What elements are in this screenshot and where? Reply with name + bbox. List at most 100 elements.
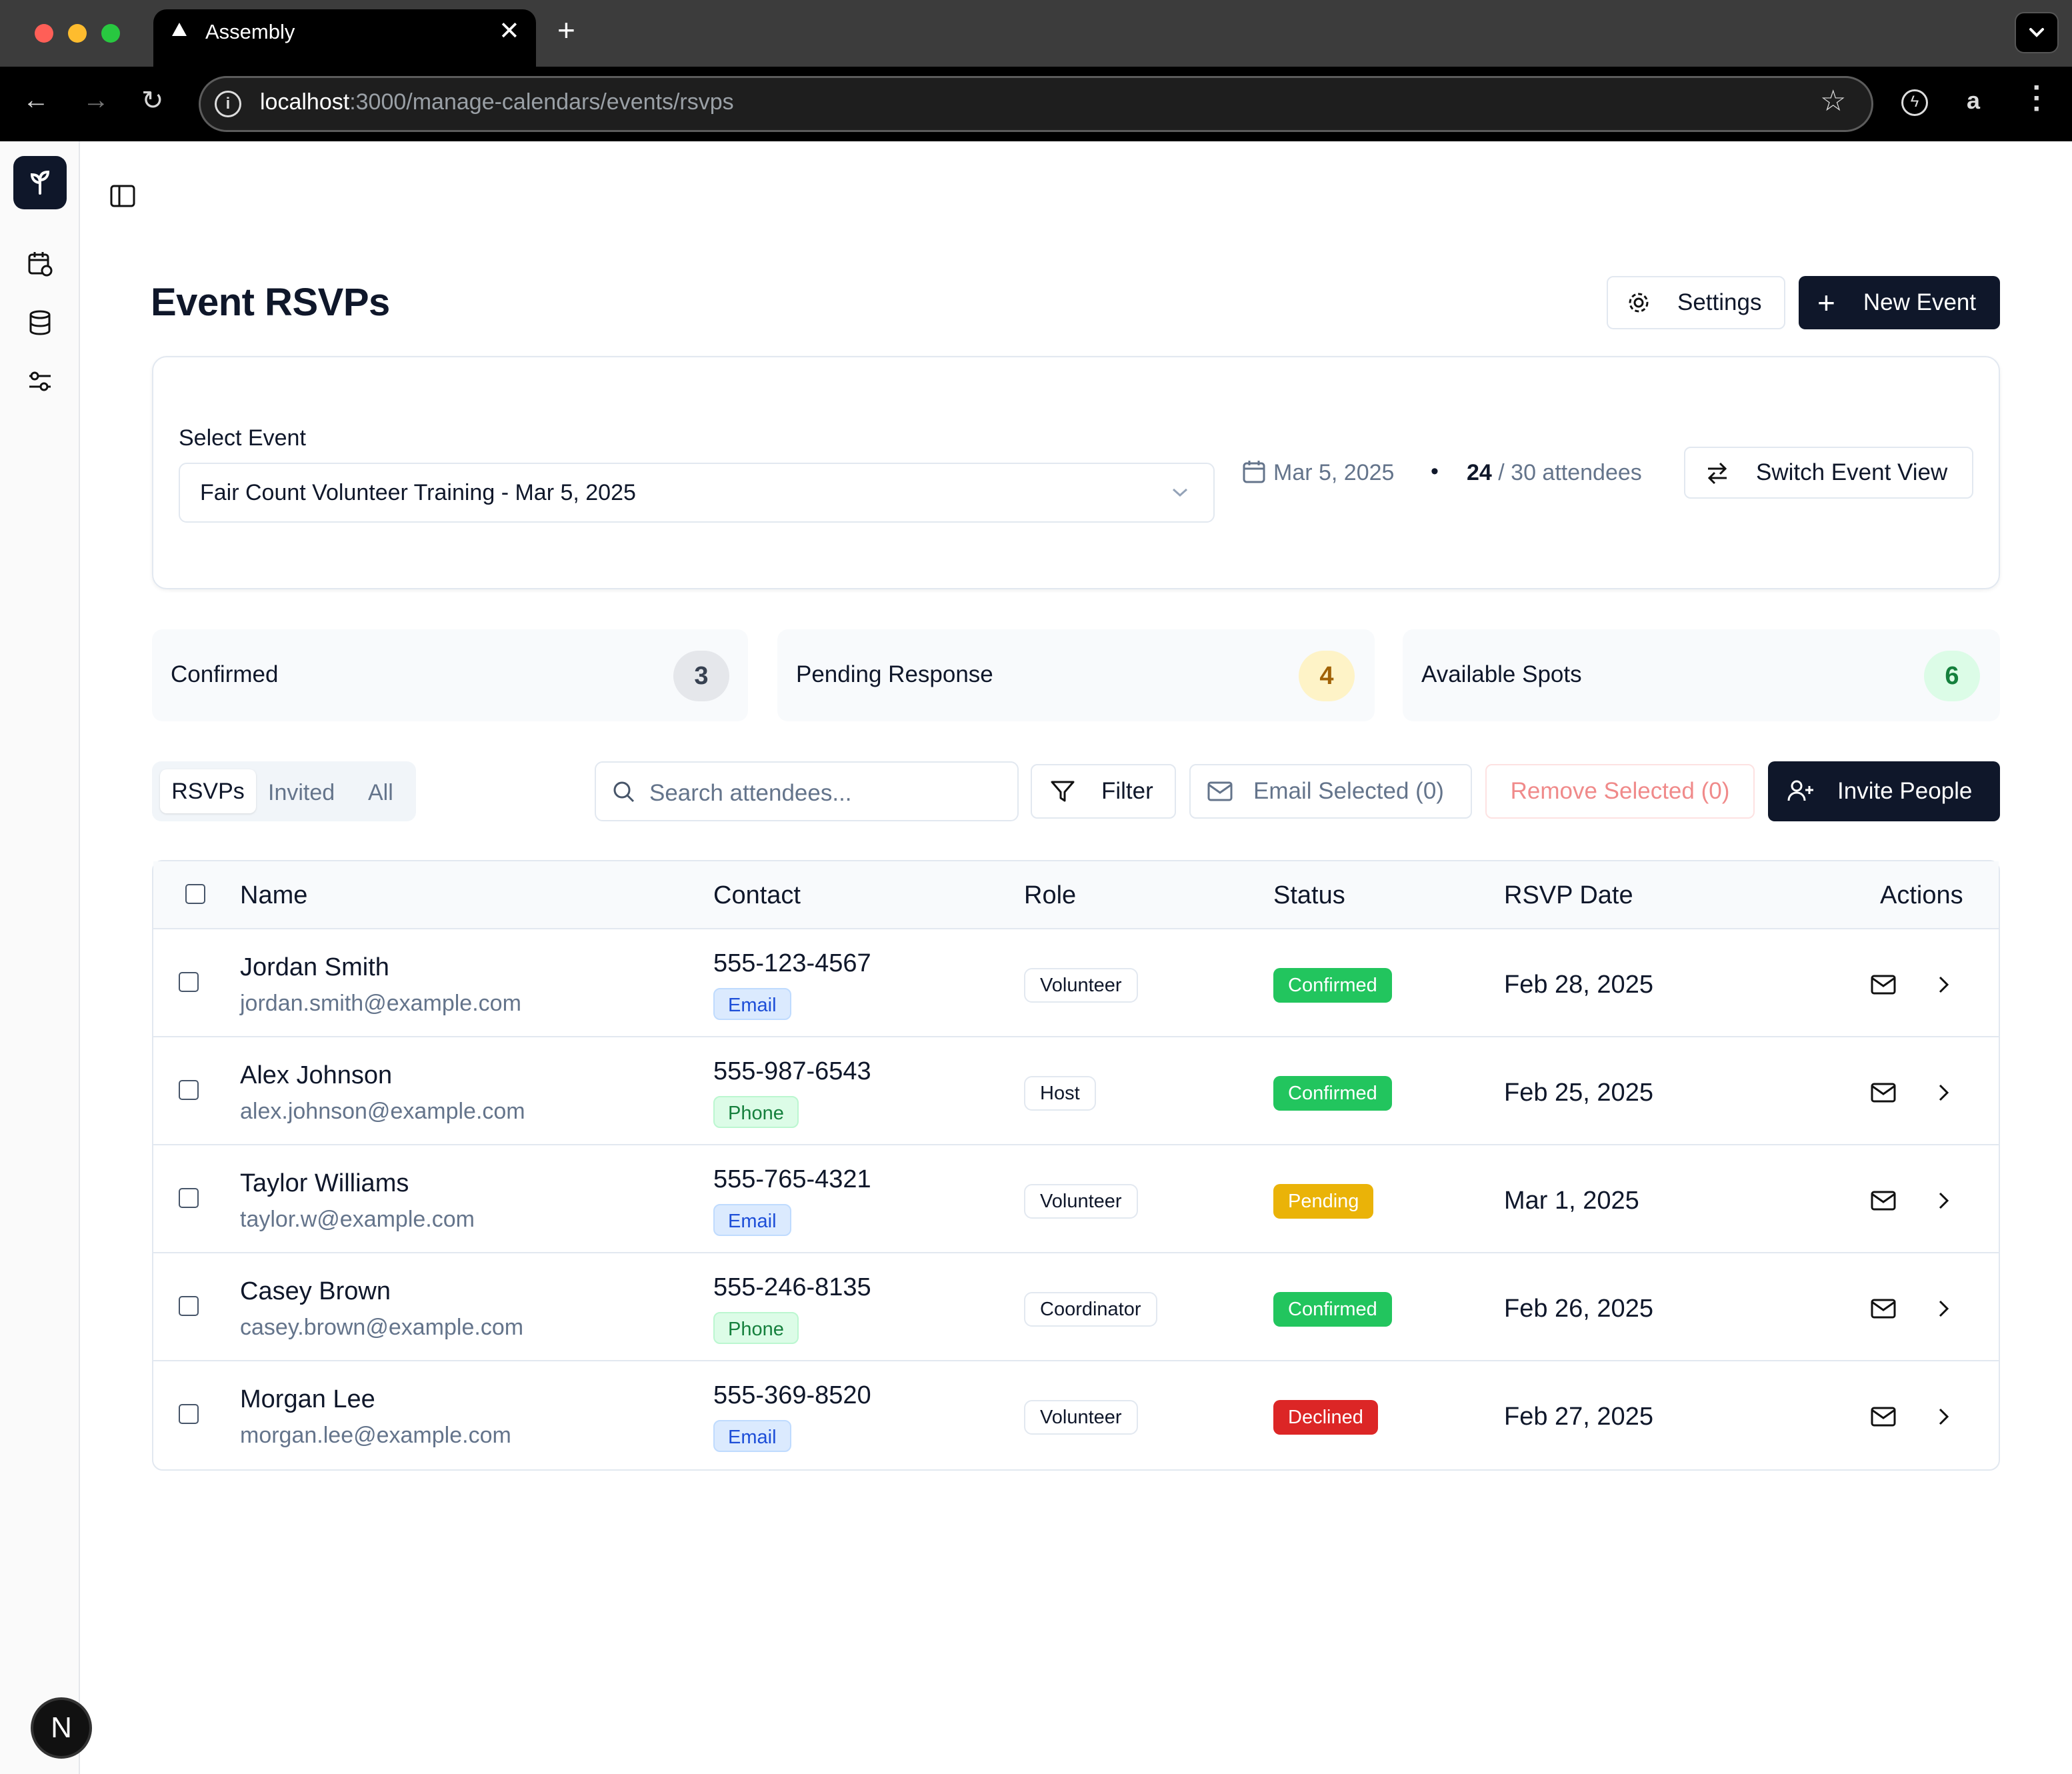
chevron-right-icon[interactable] <box>1929 1079 1957 1107</box>
tab-invited[interactable]: Invited <box>268 780 335 806</box>
attendee-name[interactable]: Casey Brown <box>240 1277 391 1306</box>
database-icon[interactable] <box>25 308 55 337</box>
tab-all[interactable]: All <box>368 780 393 806</box>
new-event-button[interactable]: + New Event <box>1799 276 2000 329</box>
attendee-name[interactable]: Jordan Smith <box>240 953 389 982</box>
forward-icon[interactable]: → <box>83 85 109 115</box>
rsvp-date: Feb 25, 2025 <box>1504 1079 1653 1107</box>
gear-icon <box>1629 293 1649 313</box>
row-checkbox[interactable] <box>179 972 199 992</box>
contact-pref-badge: Email <box>713 1204 791 1236</box>
stat-badge: 3 <box>673 651 729 701</box>
role-badge: Host <box>1024 1076 1096 1111</box>
sliders-icon[interactable] <box>25 367 55 396</box>
reload-icon[interactable]: ↻ <box>141 85 164 116</box>
plus-icon: + <box>1817 285 1835 320</box>
row-checkbox[interactable] <box>179 1296 199 1316</box>
tab-close-icon[interactable]: ✕ <box>499 16 520 46</box>
attendee-phone: 555-765-4321 <box>713 1165 871 1193</box>
rsvp-date: Mar 1, 2025 <box>1504 1187 1639 1215</box>
attendee-name[interactable]: Alex Johnson <box>240 1061 392 1090</box>
email-selected-label: Email Selected (0) <box>1253 778 1444 804</box>
selected-event-value: Fair Count Volunteer Training - Mar 5, 2… <box>200 480 636 505</box>
settings-label: Settings <box>1677 289 1762 315</box>
search-placeholder: Search attendees... <box>649 780 852 806</box>
status-badge: Confirmed <box>1273 1076 1392 1111</box>
tab-search-button[interactable] <box>2015 12 2059 53</box>
mail-icon[interactable] <box>1869 1079 1897 1107</box>
search-icon <box>613 781 635 803</box>
stat-label: Pending Response <box>796 661 993 687</box>
column-header-status[interactable]: Status <box>1273 881 1345 910</box>
status-badge: Declined <box>1273 1400 1378 1435</box>
back-icon[interactable]: ← <box>23 85 49 115</box>
attendee-phone: 555-987-6543 <box>713 1057 871 1085</box>
role-badge: Coordinator <box>1024 1292 1157 1327</box>
new-tab-icon[interactable]: + <box>557 12 575 48</box>
chevron-right-icon[interactable] <box>1929 1403 1957 1431</box>
maximize-window-button[interactable] <box>101 24 120 43</box>
stat-badge: 4 <box>1299 651 1355 701</box>
close-window-button[interactable] <box>35 24 53 43</box>
attendee-email: taylor.w@example.com <box>240 1207 475 1232</box>
mail-icon[interactable] <box>1869 1295 1897 1323</box>
select-all-checkbox[interactable] <box>185 884 205 904</box>
bookmark-star-icon[interactable]: ☆ <box>1820 84 1846 118</box>
row-divider <box>153 1036 1999 1037</box>
chevron-down-icon <box>2029 28 2044 37</box>
status-badge: Confirmed <box>1273 1292 1392 1327</box>
invite-people-label: Invite People <box>1837 778 1973 804</box>
column-header-contact[interactable]: Contact <box>713 881 801 910</box>
switch-event-view-button[interactable]: Switch Event View <box>1684 447 1973 499</box>
row-divider <box>153 1144 1999 1145</box>
app-logo[interactable] <box>13 156 67 209</box>
extension-icon[interactable]: ϟ <box>1901 89 1928 116</box>
stat-badge: 6 <box>1924 651 1980 701</box>
filter-button[interactable]: Filter <box>1031 764 1176 819</box>
chevron-right-icon[interactable] <box>1929 1187 1957 1215</box>
mail-icon <box>1207 781 1233 801</box>
account-icon[interactable]: a <box>1967 87 1980 115</box>
tab-rsvps[interactable]: RSVPs <box>160 769 256 813</box>
column-header-role[interactable]: Role <box>1024 881 1076 910</box>
minimize-window-button[interactable] <box>68 24 87 43</box>
role-badge: Volunteer <box>1024 968 1138 1003</box>
remove-selected-button[interactable]: Remove Selected (0) <box>1485 764 1755 819</box>
contact-pref-badge: Email <box>713 988 791 1020</box>
settings-button[interactable]: Settings <box>1607 276 1785 329</box>
swap-arrows-icon <box>1707 462 1727 485</box>
invite-people-button[interactable]: Invite People <box>1768 761 2000 821</box>
rsvp-table <box>152 860 2000 1471</box>
new-event-label: New Event <box>1863 289 1977 315</box>
attendee-name[interactable]: Taylor Williams <box>240 1169 409 1198</box>
sidebar-toggle-icon[interactable] <box>109 184 136 208</box>
email-selected-button[interactable]: Email Selected (0) <box>1189 764 1472 819</box>
calendar-icon[interactable] <box>25 249 55 279</box>
row-checkbox[interactable] <box>179 1188 199 1208</box>
attendee-email: morgan.lee@example.com <box>240 1423 511 1448</box>
url-text: localhost:3000/manage-calendars/events/r… <box>260 89 734 115</box>
role-badge: Volunteer <box>1024 1184 1138 1219</box>
mail-icon[interactable] <box>1869 1403 1897 1431</box>
row-checkbox[interactable] <box>179 1404 199 1424</box>
attendee-name[interactable]: Morgan Lee <box>240 1385 375 1414</box>
rsvp-date: Feb 28, 2025 <box>1504 971 1653 999</box>
user-avatar[interactable]: N <box>31 1697 92 1759</box>
site-info-icon[interactable]: i <box>215 91 241 117</box>
row-checkbox[interactable] <box>179 1080 199 1100</box>
favicon-icon <box>172 23 187 36</box>
stat-label: Confirmed <box>171 661 279 687</box>
column-header-name[interactable]: Name <box>240 881 307 910</box>
mail-icon[interactable] <box>1869 1187 1897 1215</box>
attendee-phone: 555-369-8520 <box>713 1381 871 1409</box>
contact-pref-badge: Phone <box>713 1096 799 1128</box>
mail-icon[interactable] <box>1869 971 1897 999</box>
row-divider <box>153 1360 1999 1361</box>
column-header-rsvp-date[interactable]: RSVP Date <box>1504 881 1633 910</box>
chevron-right-icon[interactable] <box>1929 971 1957 999</box>
chevron-right-icon[interactable] <box>1929 1295 1957 1323</box>
browser-menu-icon[interactable]: · · · <box>2031 73 2044 124</box>
filter-icon <box>1051 781 1075 802</box>
attendee-count: 24 / 30 attendees <box>1467 460 1642 485</box>
row-divider <box>153 1252 1999 1253</box>
